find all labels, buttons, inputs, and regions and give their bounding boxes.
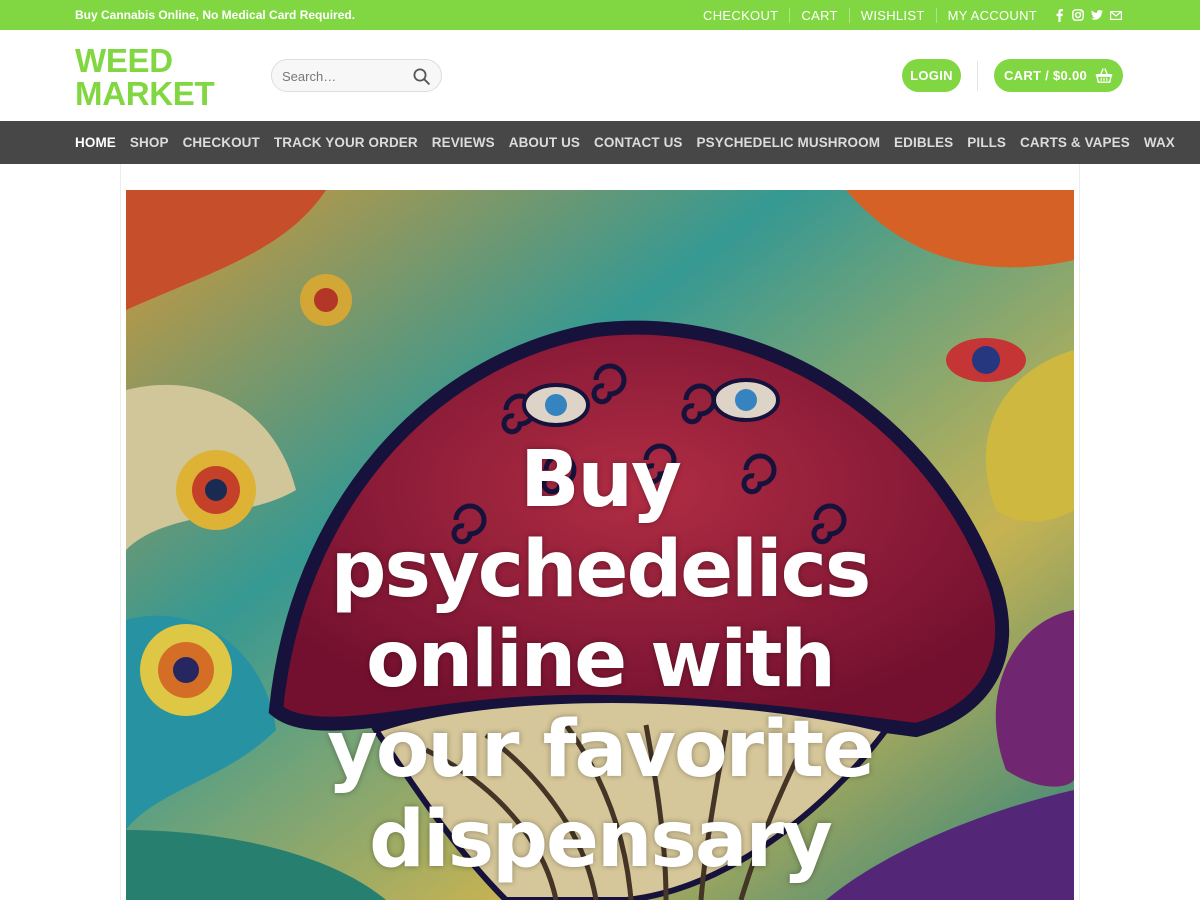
- top-link-wishlist[interactable]: WISHLIST: [848, 7, 936, 23]
- top-bar: Buy Cannabis Online, No Medical Card Req…: [0, 0, 1200, 30]
- nav-item-contact-us[interactable]: CONTACT US: [594, 135, 683, 150]
- nav-item-carts-vapes[interactable]: CARTS & VAPES: [1020, 135, 1130, 150]
- nav-item-pills[interactable]: PILLS: [967, 135, 1006, 150]
- search-box: [271, 59, 442, 92]
- login-button[interactable]: LOGIN: [902, 59, 961, 92]
- main-nav-list: HOME SHOP CHECKOUT TRACK YOUR ORDER REVI…: [75, 121, 1189, 164]
- facebook-icon[interactable]: [1053, 8, 1065, 22]
- search-button[interactable]: [411, 66, 431, 86]
- site-header: WEED MARKET LOGIN CART / $0.00: [0, 30, 1200, 121]
- instagram-icon[interactable]: [1072, 8, 1084, 22]
- top-bar-links: CHECKOUT CART WISHLIST MY ACCOUNT: [692, 0, 1048, 30]
- email-icon[interactable]: [1110, 8, 1122, 22]
- hero-banner-image[interactable]: Buy psychedelics online with your favori…: [126, 190, 1074, 900]
- search-icon: [413, 68, 430, 85]
- hero-line-1: Buy: [520, 435, 682, 525]
- nav-item-shop[interactable]: SHOP: [130, 135, 169, 150]
- main-nav: HOME SHOP CHECKOUT TRACK YOUR ORDER REVI…: [0, 121, 1200, 164]
- search-input[interactable]: [282, 66, 410, 86]
- top-link-my-account[interactable]: MY ACCOUNT: [935, 7, 1048, 23]
- hero-line-4: your favorite: [327, 705, 875, 795]
- top-link-checkout[interactable]: CHECKOUT: [692, 8, 789, 23]
- hero-line-5: dispensary: [369, 795, 833, 885]
- logo-line-1: WEED: [75, 42, 173, 79]
- top-bar-tagline: Buy Cannabis Online, No Medical Card Req…: [75, 8, 356, 22]
- nav-item-home[interactable]: HOME: [75, 135, 116, 150]
- nav-item-reviews[interactable]: REVIEWS: [432, 135, 495, 150]
- nav-item-edibles[interactable]: EDIBLES: [894, 135, 953, 150]
- cart-button[interactable]: CART / $0.00: [994, 59, 1123, 92]
- header-divider: [977, 61, 978, 91]
- shopping-basket-icon: [1095, 68, 1113, 83]
- hero-line-2: psychedelics: [330, 525, 872, 615]
- logo-line-2: MARKET: [75, 75, 215, 112]
- site-logo[interactable]: WEED MARKET: [75, 44, 225, 110]
- top-link-cart[interactable]: CART: [789, 7, 848, 23]
- cart-label: CART / $0.00: [1003, 68, 1088, 83]
- social-icons: [1053, 0, 1122, 30]
- nav-item-track-your-order[interactable]: TRACK YOUR ORDER: [274, 135, 418, 150]
- nav-item-about-us[interactable]: ABOUT US: [509, 135, 580, 150]
- twitter-icon[interactable]: [1091, 8, 1103, 22]
- hero-line-3: online with: [366, 615, 836, 705]
- nav-item-psychedelic-mushroom[interactable]: PSYCHEDELIC MUSHROOM: [697, 135, 881, 150]
- nav-item-wax[interactable]: WAX: [1144, 135, 1175, 150]
- nav-item-checkout[interactable]: CHECKOUT: [183, 135, 260, 150]
- hero-heading: Buy psychedelics online with your favori…: [126, 435, 1074, 885]
